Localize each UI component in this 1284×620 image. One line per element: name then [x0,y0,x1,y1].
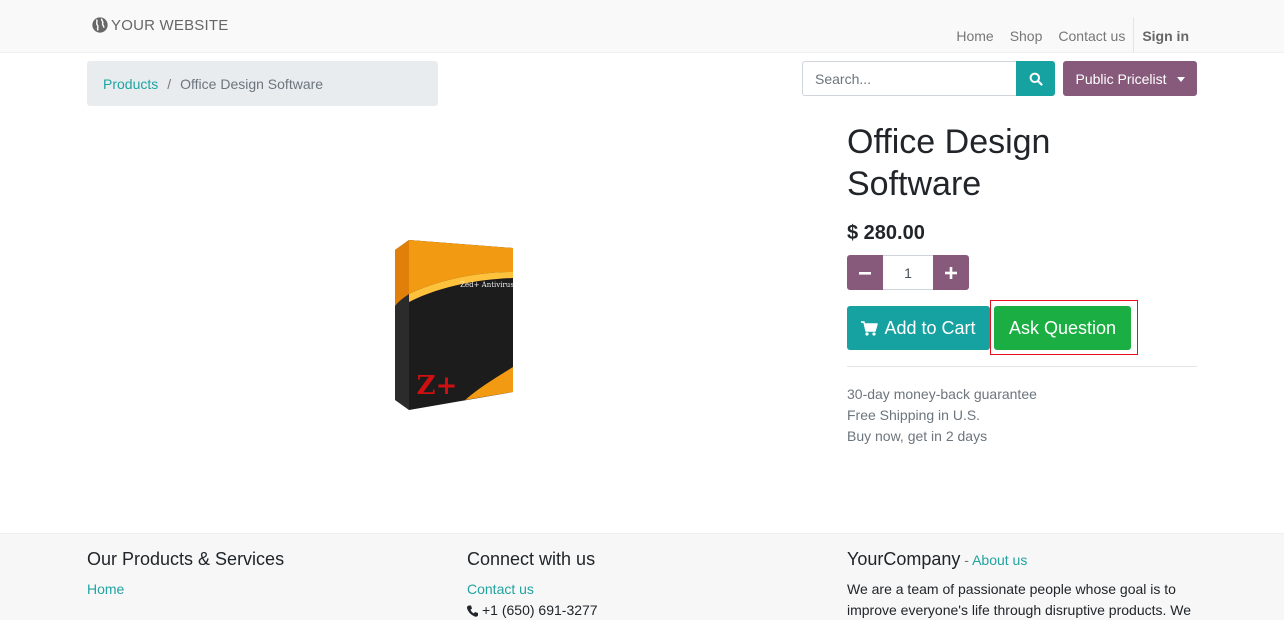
footer-company-dash: - [960,552,973,568]
phone-icon [467,605,478,617]
footer-company-name: YourCompany [847,549,961,569]
breadcrumb: Products / Office Design Software [87,61,438,106]
footer: Our Products & Services Home Connect wit… [0,533,1284,620]
nav-contact-us[interactable]: Contact us [1058,28,1125,44]
footer-about-link[interactable]: About us [972,552,1027,568]
top-navbar: YOUR WEBSITE Home Shop Contact us Sign i… [0,0,1284,53]
brand-text: YOUR WEBSITE [111,16,229,34]
pricelist-dropdown[interactable]: Public Pricelist [1063,61,1197,96]
add-to-cart-button[interactable]: Add to Cart [847,306,990,350]
plus-icon [945,266,957,279]
footer-phone-number: +1 (650) 691-3277 [482,602,598,618]
product-image-label: Zed+ Antivirus [460,281,514,289]
main-nav: Home Shop Contact us Sign in [940,17,1189,54]
perk-item: Free Shipping in U.S. [847,407,981,423]
nav-shop[interactable]: Shop [1010,28,1043,44]
perk-item: Buy now, get in 2 days [847,428,988,444]
footer-connect-title: Connect with us [467,549,596,569]
increase-quantity-button[interactable] [933,255,969,290]
breadcrumb-separator: / [167,75,172,92]
nav-divider [1133,17,1135,53]
breadcrumb-products-link[interactable]: Products [103,76,158,92]
product-price: $ 280.00 [847,222,925,244]
product-search [802,61,1055,96]
minus-icon [859,271,871,275]
search-icon [1029,72,1043,86]
footer-products-title: Our Products & Services [87,549,285,569]
brand-logo[interactable]: YOUR WEBSITE [91,16,228,34]
footer-connect-column: Connect with us Contact us +1 (650) 691-… [467,549,598,620]
product-image-logo: Z+ [417,371,458,401]
footer-company-column: YourCompany - About us We are a team of … [847,549,1197,620]
search-button[interactable] [1016,61,1055,96]
footer-company-description: We are a team of passionate people whose… [847,581,1192,618]
shopping-cart-icon [861,320,879,336]
nav-home[interactable]: Home [956,28,993,44]
ask-question-button[interactable]: Ask Question [994,306,1131,350]
add-to-cart-label: Add to Cart [884,317,976,338]
breadcrumb-current: Office Design Software [180,75,324,92]
search-input[interactable] [802,61,1017,96]
footer-phone: +1 (650) 691-3277 [467,600,598,620]
pricelist-label: Public Pricelist [1075,70,1167,87]
footer-contact-link[interactable]: Contact us [467,579,598,600]
caret-down-icon [1176,76,1185,82]
footer-company-heading: YourCompany - About us [847,549,1197,570]
product-image[interactable]: Zed+ Antivirus Z+ [385,232,525,417]
footer-products-column: Our Products & Services Home [87,549,284,600]
perk-item: 30-day money-back guarantee [847,386,1037,402]
quantity-input[interactable] [883,255,933,290]
product-perks: 30-day money-back guarantee Free Shippin… [847,384,1037,447]
section-divider [847,366,1197,367]
footer-home-link[interactable]: Home [87,579,284,600]
decrease-quantity-button[interactable] [847,255,883,290]
sign-in-link[interactable]: Sign in [1142,28,1189,44]
globe-icon [92,17,108,33]
product-title: Office Design Software [847,123,1051,203]
quantity-stepper [847,255,969,290]
